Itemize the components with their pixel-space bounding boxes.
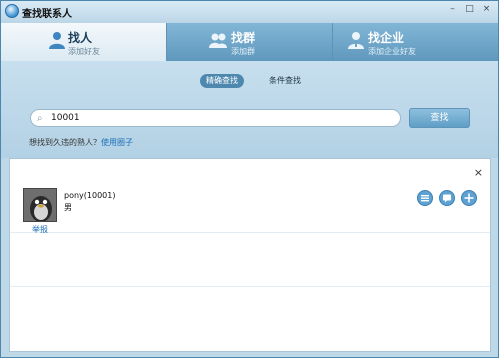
search-input[interactable] [51, 111, 391, 125]
result-actions [417, 190, 477, 206]
profile-card-icon [421, 195, 429, 202]
result-gender: 男 [64, 203, 72, 212]
window-controls: – □ × [445, 3, 494, 17]
search-icon: ⌕ [37, 113, 43, 124]
condition-search-toggle[interactable]: 条件查找 [263, 74, 307, 88]
search-button[interactable]: 查找 [409, 108, 470, 128]
title-bar: 查找联系人 – □ × [1, 1, 498, 23]
search-type-tabs: 找人 添加好友 找群 添加群 找企业 添加企业好友 [1, 23, 498, 61]
tab-sublabel: 添加企业好友 [368, 47, 416, 56]
result-name: pony(10001) [64, 191, 116, 200]
window-title: 查找联系人 [22, 9, 72, 20]
person-icon [49, 32, 65, 49]
chat-bubble-icon [443, 194, 451, 203]
group-icon [209, 33, 227, 48]
result-row[interactable]: 举报 pony(10001) 男 [10, 179, 490, 234]
send-message-button[interactable] [439, 190, 455, 206]
empty-result-row [10, 233, 490, 287]
find-acquaintance-hint: 想找到久违的熟人？使用圈子 [29, 137, 133, 148]
penguin-avatar-icon [24, 189, 56, 221]
tab-label: 找人 [68, 31, 93, 45]
exact-search-toggle[interactable]: 精确查找 [200, 74, 244, 88]
tab-label: 找企业 [368, 31, 405, 45]
hint-text: 想找到久违的熟人？ [29, 138, 101, 147]
minimize-button[interactable]: – [445, 3, 460, 17]
tab-sublabel: 添加群 [231, 47, 255, 56]
tab-label: 找群 [231, 31, 256, 45]
add-friend-button[interactable] [461, 190, 477, 206]
maximize-button[interactable]: □ [462, 3, 477, 17]
enterprise-icon [348, 32, 364, 49]
tab-find-person[interactable]: 找人 添加好友 [1, 23, 167, 61]
tab-find-group[interactable]: 找群 添加群 [167, 23, 333, 61]
avatar[interactable] [23, 188, 57, 222]
find-contacts-window: 查找联系人 – □ × 找人 添加好友 找群 添加群 找企业 添加企业好友 精确… [0, 0, 499, 358]
tab-find-enterprise[interactable]: 找企业 添加企业好友 [333, 23, 498, 61]
profile-card-button[interactable] [417, 190, 433, 206]
search-results-panel: × 举报 pony(10001) 男 [9, 158, 491, 352]
tab-sublabel: 添加好友 [68, 47, 100, 56]
search-panel: 精确查找 条件查找 ⌕ 查找 想找到久违的熟人？使用圈子 [1, 61, 498, 158]
close-results-button[interactable]: × [474, 166, 483, 179]
use-circle-link[interactable]: 使用圈子 [101, 138, 133, 147]
close-window-button[interactable]: × [479, 3, 494, 17]
add-friend-icon [464, 193, 474, 203]
qq-logo-icon [5, 4, 19, 18]
search-field[interactable]: ⌕ [30, 109, 401, 127]
